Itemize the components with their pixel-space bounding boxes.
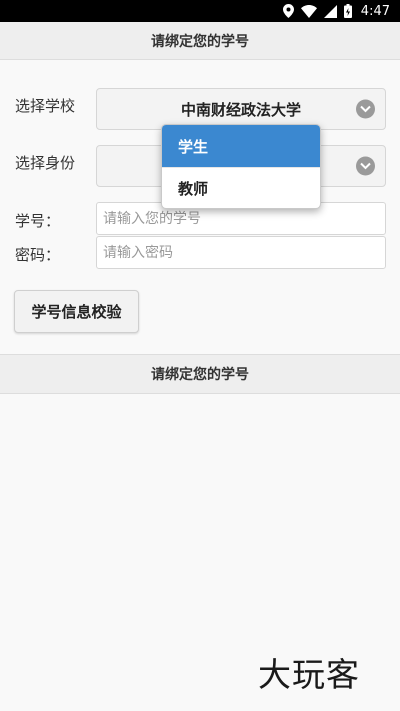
footer-title: 请绑定您的学号: [0, 354, 400, 394]
password-input[interactable]: [96, 236, 386, 269]
identity-dropdown: 学生 教师: [161, 124, 321, 209]
chevron-down-icon: [356, 156, 375, 176]
page-title: 请绑定您的学号: [0, 22, 400, 60]
student-id-label: 学号：: [15, 212, 61, 230]
watermark-logo: 大玩客: [258, 655, 360, 694]
identity-label: 选择身份: [15, 154, 76, 172]
school-select-value: 中南财经政法大学: [180, 100, 301, 119]
school-label: 选择学校: [15, 97, 76, 115]
dropdown-option-teacher[interactable]: 教师: [162, 167, 320, 208]
battery-icon: [343, 4, 352, 18]
chevron-down-icon: [356, 99, 375, 119]
password-label: 密码：: [15, 246, 61, 264]
status-bar: 4:47: [0, 0, 400, 22]
dropdown-option-student[interactable]: 学生: [162, 125, 320, 167]
verify-student-id-button[interactable]: 学号信息校验: [14, 290, 139, 333]
location-icon: [282, 4, 294, 18]
status-time: 4:47: [360, 3, 390, 19]
signal-icon: [323, 4, 337, 18]
wifi-icon: [300, 4, 317, 18]
